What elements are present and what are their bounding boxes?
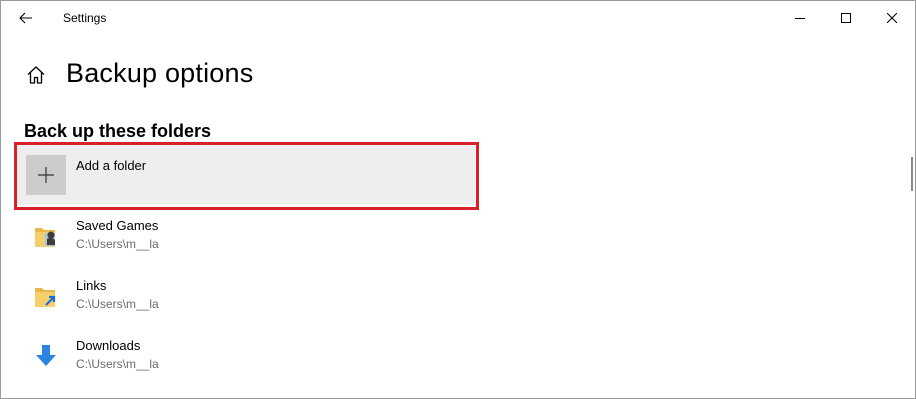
folder-name: Links: [76, 278, 107, 293]
links-folder-icon: [31, 281, 61, 311]
home-icon[interactable]: [25, 64, 47, 86]
back-button[interactable]: [9, 3, 43, 33]
folder-item-downloads[interactable]: Downloads C:\Users\m__la: [16, 331, 475, 387]
folder-item-saved-games[interactable]: Saved Games C:\Users\m__la: [16, 211, 475, 267]
folder-name: Saved Games: [76, 218, 159, 233]
folder-path: C:\Users\m__la: [76, 357, 159, 371]
folder-name: Downloads: [76, 338, 141, 353]
close-icon: [887, 13, 897, 23]
saved-games-folder-icon: [31, 221, 61, 251]
minimize-button[interactable]: [777, 1, 823, 35]
maximize-icon: [841, 13, 851, 23]
section-heading: Back up these folders: [24, 121, 212, 141]
maximize-button[interactable]: [823, 1, 869, 35]
folder-path: C:\Users\m__la: [76, 237, 159, 251]
add-folder-label: Add a folder: [76, 158, 147, 173]
add-folder-button[interactable]: Add a folder: [16, 145, 475, 205]
close-button[interactable]: [869, 1, 915, 35]
folder-item-links[interactable]: Links C:\Users\m__la: [16, 271, 475, 327]
minimize-icon: [795, 18, 805, 19]
page-title: Backup options: [66, 58, 254, 88]
window-title: Settings: [63, 11, 107, 25]
title-bar: Settings: [1, 1, 915, 35]
plus-icon: [26, 155, 66, 195]
folder-path: C:\Users\m__la: [76, 297, 159, 311]
downloads-icon: [31, 341, 61, 371]
scrollbar-thumb[interactable]: [911, 157, 913, 191]
back-arrow-icon: [19, 12, 32, 24]
